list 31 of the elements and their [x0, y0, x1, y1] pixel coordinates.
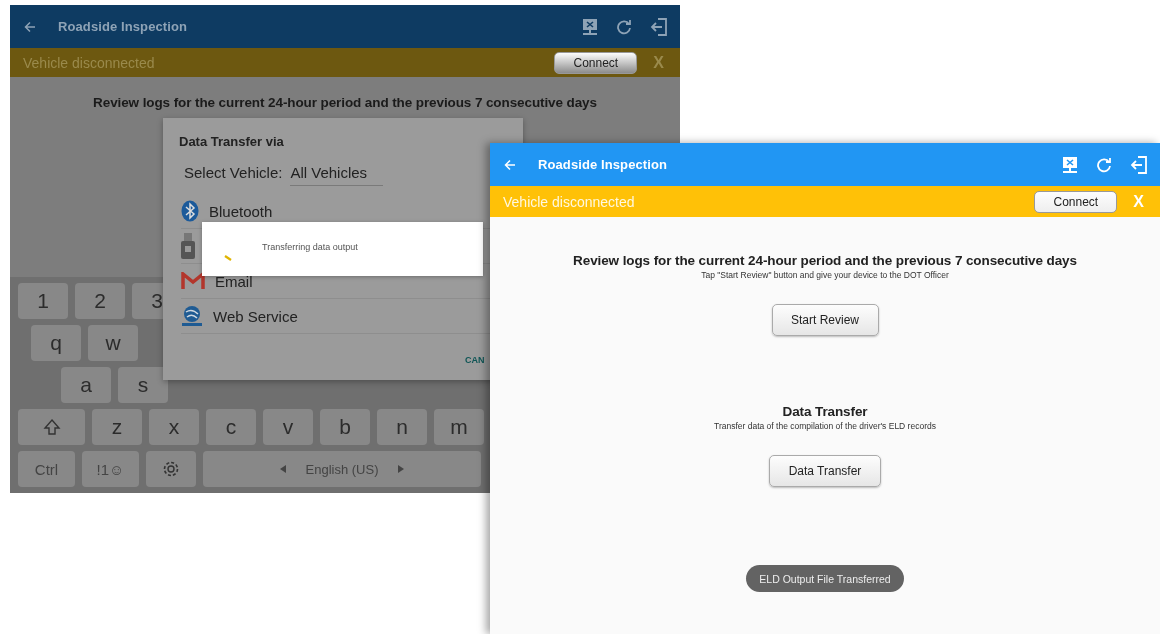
- section-heading: Data Transfer: [782, 404, 868, 419]
- bluetooth-icon: [181, 200, 199, 222]
- action-button[interactable]: Start Review: [771, 304, 879, 336]
- loading-spinner-icon: [224, 255, 232, 261]
- close-button[interactable]: X: [649, 53, 668, 72]
- connect-button[interactable]: Connect: [554, 51, 638, 74]
- usb-drive-icon: [181, 233, 195, 259]
- section-description: Transfer data of the compilation of the driver's ELD records: [714, 421, 936, 431]
- select-label: Select Vehicle:: [184, 164, 283, 181]
- section-heading: Review logs for the current 24-hour period and the previous 7 consecutive days: [93, 95, 597, 110]
- logout-icon[interactable]: [650, 17, 668, 36]
- toast-message: ELD Output File Transferred: [746, 565, 904, 592]
- progress-message: Transferring data output: [262, 242, 358, 252]
- section-heading: Review logs for the current 24-hour period and the previous 7 consecutive days: [573, 253, 1077, 268]
- logout-icon[interactable]: [1130, 155, 1148, 174]
- screen-title: Roadside Inspection: [58, 19, 188, 34]
- monitor-x-icon[interactable]: [1062, 155, 1078, 174]
- globe-logo-icon: [181, 305, 203, 327]
- section-description: Tap "Start Review" button and give your device to the DOT Officer: [701, 270, 949, 280]
- cancel-button[interactable]: CAN: [465, 355, 485, 365]
- monitor-x-icon[interactable]: [582, 17, 598, 36]
- back-arrow-icon[interactable]: [24, 20, 36, 33]
- dialog-title: Data Transfer via: [179, 134, 284, 149]
- refresh-icon[interactable]: [616, 18, 632, 35]
- action-button[interactable]: Data Transfer: [769, 455, 881, 487]
- screen-title: Roadside Inspection: [538, 157, 668, 172]
- mail-icon: [181, 272, 205, 290]
- connect-button[interactable]: Connect: [1034, 190, 1118, 213]
- banner-message: Vehicle disconnected: [23, 54, 156, 71]
- vehicle-dropdown[interactable]: All Vehicles: [290, 164, 384, 186]
- refresh-icon[interactable]: [1096, 156, 1112, 173]
